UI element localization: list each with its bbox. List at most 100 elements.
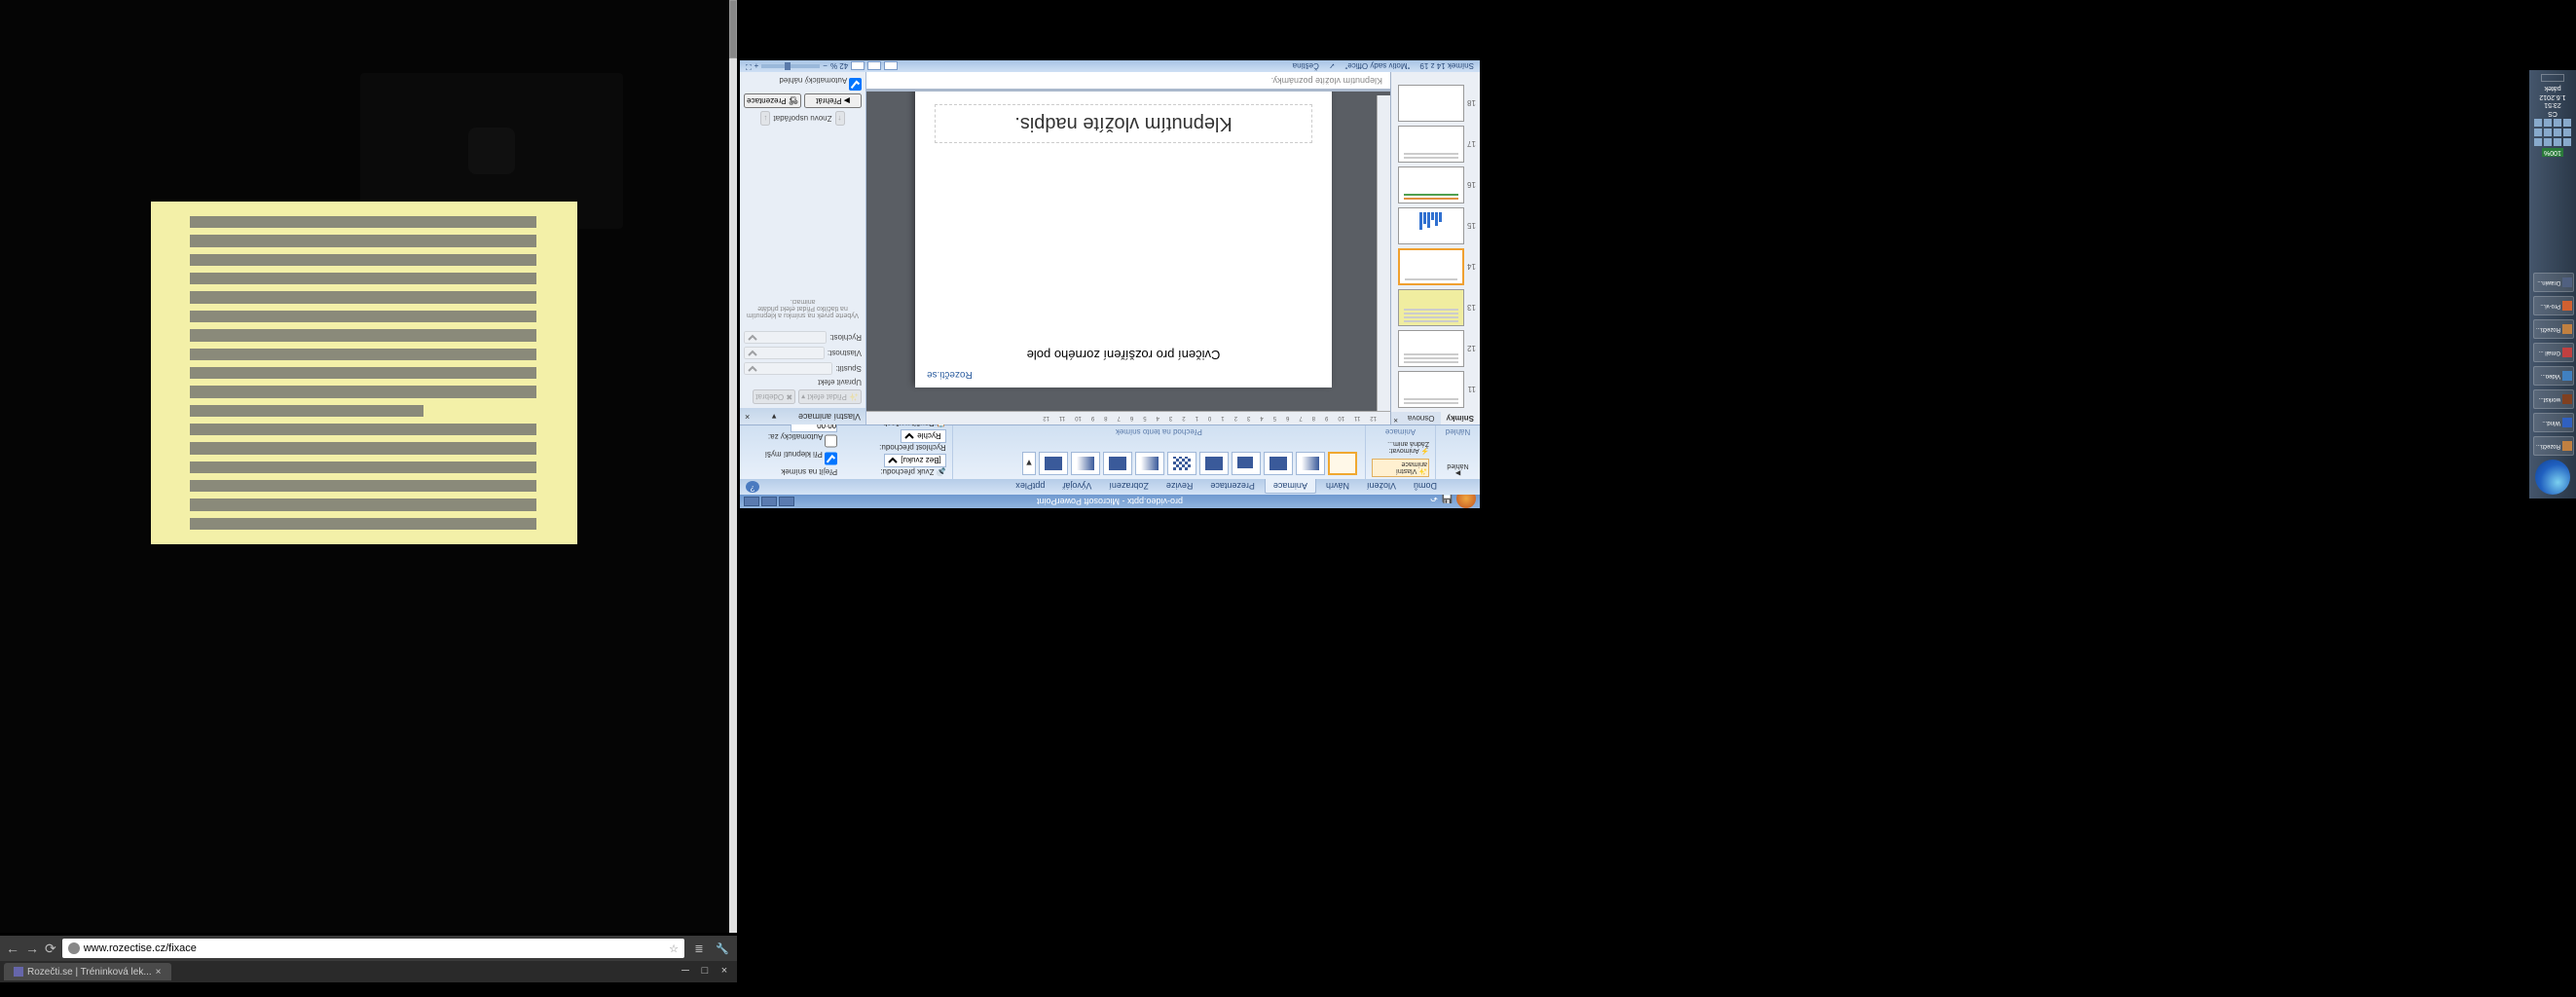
slide-thumbnail-selected[interactable]: [1398, 248, 1464, 285]
tray-icon[interactable]: [2563, 138, 2571, 146]
scrollbar[interactable]: [729, 0, 737, 933]
tray-icon[interactable]: [2554, 119, 2561, 127]
slide-thumbnail[interactable]: [1398, 371, 1464, 408]
spell-check-icon[interactable]: ✓: [1329, 62, 1336, 71]
zoom-out-icon[interactable]: −: [823, 62, 828, 71]
help-icon[interactable]: ?: [746, 481, 759, 493]
slide-thumbnail[interactable]: [1398, 289, 1464, 326]
minimize-button[interactable]: [779, 497, 794, 506]
outline-tab[interactable]: Osnova: [1402, 412, 1441, 425]
tab-developer[interactable]: Vývojář: [1054, 479, 1099, 493]
sorter-view-button[interactable]: [867, 62, 881, 71]
slideshow-button[interactable]: 📽 Prezentace: [744, 93, 801, 108]
start-button[interactable]: [2535, 460, 2570, 495]
tab-design[interactable]: Návrh: [1318, 479, 1357, 493]
slideshow-view-button[interactable]: [851, 62, 865, 71]
tab-pptplex[interactable]: pptPlex: [1008, 479, 1052, 493]
taskbar-button[interactable]: Gmail ...: [2533, 343, 2574, 362]
notes-pane[interactable]: Klepnutím vložíte poznámky.: [866, 72, 1390, 92]
page-menu-icon[interactable]: ≣: [690, 942, 708, 955]
show-desktop-button[interactable]: [2541, 74, 2564, 82]
slides-tab[interactable]: Snímky: [1441, 412, 1480, 425]
auto-preview-checkbox[interactable]: Automatický náhled: [744, 76, 862, 91]
language-indicator[interactable]: CS: [2548, 110, 2558, 117]
tab-review[interactable]: Revize: [1159, 479, 1201, 493]
tray-icon[interactable]: [2534, 129, 2542, 136]
close-task-pane-icon[interactable]: ×: [745, 411, 750, 422]
tray-icon[interactable]: [2544, 138, 2552, 146]
tray-icons[interactable]: [2533, 119, 2572, 146]
tab-slideshow[interactable]: Prezentace: [1202, 479, 1263, 493]
zoom-slider[interactable]: [761, 64, 820, 68]
url-field[interactable]: ☆: [62, 939, 684, 958]
maximize-button[interactable]: [761, 497, 777, 506]
on-click-checkbox[interactable]: Při klepnutí myší: [746, 450, 837, 465]
zoom-indicator[interactable]: 100%: [2542, 148, 2563, 157]
zoom-level[interactable]: 42 %: [830, 62, 848, 71]
slide-thumbnail[interactable]: [1398, 126, 1464, 163]
transition-item[interactable]: [1296, 452, 1325, 475]
transition-item[interactable]: [1103, 452, 1132, 475]
reload-button[interactable]: ⟳: [45, 941, 56, 957]
slide-thumbnail[interactable]: [1398, 330, 1464, 367]
transition-item[interactable]: [1232, 452, 1261, 475]
tray-icon[interactable]: [2554, 138, 2561, 146]
fit-to-window-icon[interactable]: ⛶: [746, 61, 752, 71]
taskbar-button[interactable]: Rozečti...: [2533, 319, 2574, 339]
transition-item[interactable]: [1167, 452, 1196, 475]
add-effect-button[interactable]: ✨ Přidat efekt ▾: [798, 389, 862, 404]
slide-thumbnail[interactable]: [1398, 166, 1464, 203]
taskbar-button[interactable]: Wind...: [2533, 413, 2574, 432]
close-button[interactable]: ×: [716, 965, 733, 979]
close-button[interactable]: [744, 497, 759, 506]
slide-top-title[interactable]: Cvičení pro rozšíření zorného pole: [935, 348, 1312, 362]
back-button[interactable]: ←: [6, 941, 19, 956]
custom-animation-button[interactable]: ✨ Vlastní animace: [1372, 459, 1429, 477]
tab-animations[interactable]: Animace: [1265, 479, 1316, 494]
sound-dropdown[interactable]: [Bez zvuku]: [884, 454, 946, 467]
clock[interactable]: 23:51 1.6.2012 pátek: [2539, 84, 2565, 108]
transition-more[interactable]: ▾: [1022, 452, 1036, 475]
tray-icon[interactable]: [2544, 119, 2552, 127]
title-placeholder[interactable]: Klepnutím vložíte nadpis.: [935, 104, 1312, 143]
close-tab-icon[interactable]: ×: [156, 967, 162, 978]
taskbar-button[interactable]: workst...: [2533, 389, 2574, 409]
slide-thumbnail[interactable]: [1398, 85, 1464, 122]
tab-insert[interactable]: Vložení: [1359, 479, 1404, 493]
tray-icon[interactable]: [2534, 138, 2542, 146]
browser-tab[interactable]: Rozečti.se | Tréninková lek... ×: [4, 963, 171, 980]
minimize-button[interactable]: ─: [677, 965, 694, 979]
preview-button[interactable]: ▶Náhled: [1442, 462, 1474, 477]
tab-home[interactable]: Domů: [1406, 479, 1445, 493]
forward-button[interactable]: →: [25, 941, 39, 956]
zoom-handle[interactable]: [785, 62, 791, 70]
transition-item[interactable]: [1071, 452, 1100, 475]
normal-view-button[interactable]: [884, 62, 898, 71]
qat-save-icon[interactable]: 💾: [1442, 494, 1453, 504]
play-button[interactable]: ▶ Přehrát: [804, 93, 862, 108]
transition-item[interactable]: [1135, 452, 1164, 475]
taskbar-button[interactable]: Rozečti...: [2533, 436, 2574, 456]
animate-dropdown[interactable]: ⚡ Animovat: Žádná anim...: [1372, 440, 1429, 455]
transition-item[interactable]: [1039, 452, 1068, 475]
taskbar-button[interactable]: Video...: [2533, 366, 2574, 386]
play-icon[interactable]: [468, 128, 515, 174]
tray-icon[interactable]: [2544, 129, 2552, 136]
url-input[interactable]: [84, 942, 665, 954]
transition-none[interactable]: [1328, 452, 1357, 475]
transition-item[interactable]: [1264, 452, 1293, 475]
slide[interactable]: Rozečti.se Cvičení pro rozšíření zorného…: [915, 92, 1332, 388]
wrench-icon[interactable]: 🔧: [714, 942, 731, 955]
tray-icon[interactable]: [2563, 129, 2571, 136]
close-panel-icon[interactable]: ×: [1389, 412, 1402, 425]
scrollbar-thumb[interactable]: [729, 0, 737, 58]
slide-thumbnail[interactable]: [1398, 207, 1464, 244]
qat-undo-icon[interactable]: ↶: [1430, 494, 1438, 504]
taskbar-button[interactable]: Pro-vi...: [2533, 296, 2574, 315]
maximize-button[interactable]: □: [696, 965, 714, 979]
language-status[interactable]: Čeština: [1293, 62, 1319, 71]
transition-item[interactable]: [1199, 452, 1229, 475]
zoom-in-icon[interactable]: +: [754, 62, 759, 71]
speed-dropdown[interactable]: Rychle: [901, 429, 946, 443]
tray-icon[interactable]: [2534, 119, 2542, 127]
